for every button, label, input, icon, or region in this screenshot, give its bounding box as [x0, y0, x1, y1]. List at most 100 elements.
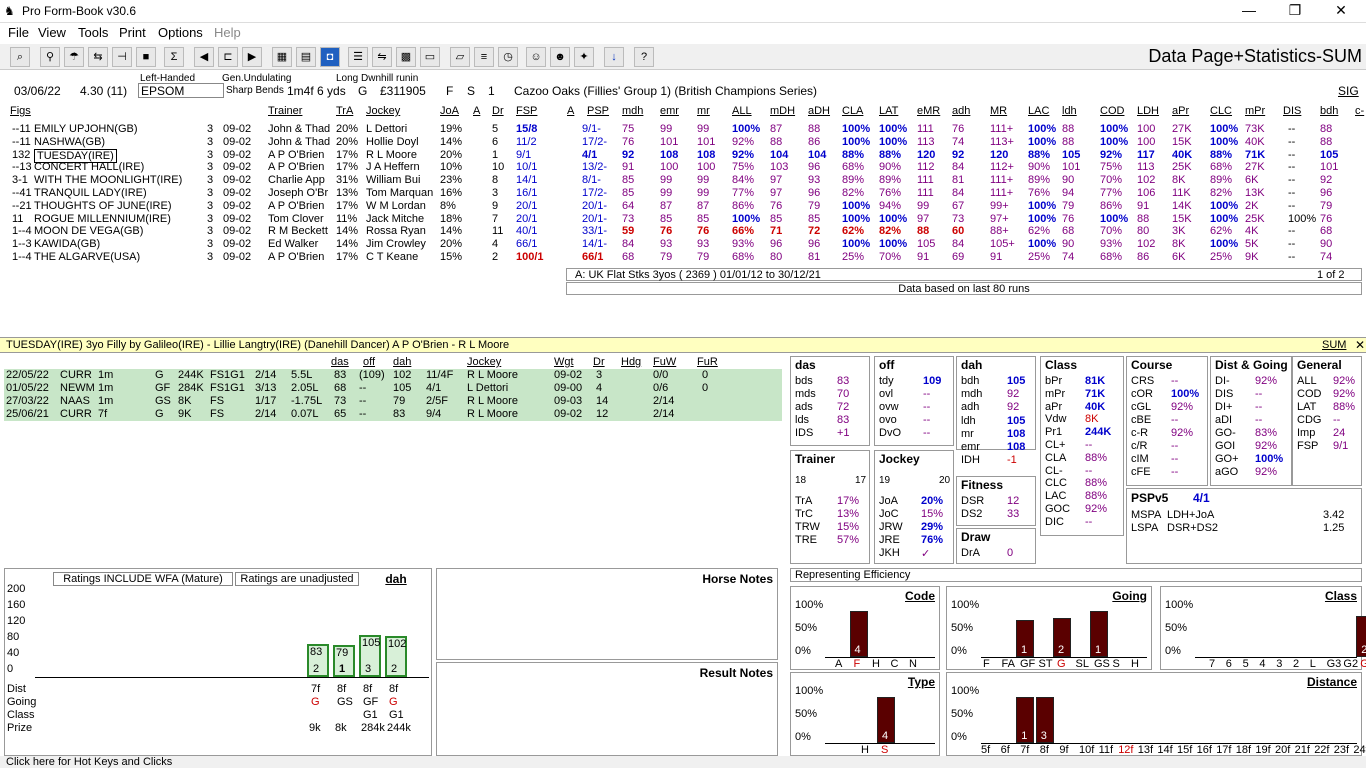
col-header-3[interactable]: Jockey [366, 105, 400, 117]
col-header-4[interactable]: JoA [440, 105, 459, 117]
runner-row[interactable]: --21THOUGHTS OF JUNE(IRE)309-02A P O'Bri… [0, 200, 1366, 213]
col-header-27[interactable]: mPr [1245, 105, 1265, 117]
clock-icon[interactable]: ◷ [498, 47, 518, 67]
col-header-1[interactable]: Trainer [268, 105, 302, 117]
runner-row[interactable]: --11EMILY UPJOHN(GB)309-02John & Thad20%… [0, 123, 1366, 136]
col-header-6[interactable]: Dr [492, 105, 504, 117]
runner-cell[interactable]: ROGUE MILLENNIUM(IRE) [34, 213, 171, 225]
col-header-12[interactable]: mr [697, 105, 710, 117]
col-header-22[interactable]: ldh [1062, 105, 1077, 117]
stop-icon[interactable]: ■ [136, 47, 156, 67]
col-header-19[interactable]: adh [952, 105, 970, 117]
runner-row[interactable]: --41TRANQUIL LADY(IRE)309-02Joseph O'Br1… [0, 187, 1366, 200]
col-header-30[interactable]: c- [1355, 105, 1364, 117]
runner-row[interactable]: 132TUESDAY(IRE)309-02A P O'Brien17%R L M… [0, 149, 1366, 162]
pin-icon[interactable]: ⊣ [112, 47, 132, 67]
rating-bar[interactable]: 832 [307, 644, 329, 677]
next-icon[interactable]: ▶ [242, 47, 262, 67]
minimize-button[interactable]: — [1226, 2, 1272, 18]
rating-bar[interactable]: 1053 [359, 635, 381, 677]
menu-print[interactable]: Print [119, 25, 146, 40]
close-horse-icon[interactable]: ✕ [1355, 338, 1365, 352]
eff-bar[interactable]: 1 [1090, 611, 1108, 657]
col-header-20[interactable]: MR [990, 105, 1007, 117]
col-header-5[interactable]: A [473, 105, 480, 117]
col-header-24[interactable]: LDH [1137, 105, 1159, 117]
eff-bar[interactable]: 3 [1036, 697, 1054, 743]
col-header-18[interactable]: eMR [917, 105, 940, 117]
status-bar[interactable]: Click here for Hot Keys and Clicks [0, 756, 1366, 768]
col-header-29[interactable]: bdh [1320, 105, 1338, 117]
col-header-15[interactable]: aDH [808, 105, 830, 117]
runner-row[interactable]: 1--4MOON DE VEGA(GB)309-02R M Beckett14%… [0, 225, 1366, 238]
rating-bar[interactable]: 791 [333, 645, 355, 677]
runner-row[interactable]: 3-1WITH THE MOONLIGHT(IRE)309-02Charlie … [0, 174, 1366, 187]
folder-open-icon[interactable]: ⊏ [218, 47, 238, 67]
menu-view[interactable]: View [38, 25, 66, 40]
compare-icon[interactable]: ⇋ [372, 47, 392, 67]
rating-bar[interactable]: 1022 [385, 636, 407, 677]
runner-cell[interactable]: WITH THE MOONLIGHT(IRE) [34, 174, 182, 186]
binoculars-icon[interactable]: ⌕ [10, 47, 30, 67]
form-row[interactable]: 01/05/22NEWM1mGF284KFS1G13/132.05L68--10… [4, 382, 782, 395]
col-header-17[interactable]: LAT [879, 105, 898, 117]
menu-file[interactable]: File [8, 25, 29, 40]
runner-row[interactable]: 11ROGUE MILLENNIUM(IRE)309-02Tom Clover1… [0, 213, 1366, 226]
grid-icon[interactable]: ▦ [272, 47, 292, 67]
runner-cell[interactable]: KAWIDA(GB) [34, 238, 100, 250]
col-header-13[interactable]: ALL [732, 105, 752, 117]
col-header-9[interactable]: PSP [587, 105, 609, 117]
col-header-7[interactable]: FSP [516, 105, 537, 117]
down-arrow-icon[interactable]: ↓ [604, 47, 624, 67]
runner-row[interactable]: --11NASHWA(GB)309-02John & Thad20%Hollie… [0, 136, 1366, 149]
col-header-16[interactable]: CLA [842, 105, 863, 117]
col-header-14[interactable]: mDH [770, 105, 795, 117]
col-header-8[interactable]: A [567, 105, 574, 117]
col-header-0[interactable]: Figs [10, 105, 31, 117]
sum-button[interactable]: SUM [1322, 339, 1346, 351]
eff-bar[interactable]: 4 [877, 697, 895, 743]
runner-cell[interactable]: CONCERT HALL(IRE) [34, 161, 144, 173]
form-row[interactable]: 27/03/22NAAS1mGS8KFS1/17-1.75L73--792/5F… [4, 395, 782, 408]
grid2-icon[interactable]: ▩ [396, 47, 416, 67]
folder-icon[interactable]: ▱ [450, 47, 470, 67]
menu-options[interactable]: Options [158, 25, 203, 40]
help-icon[interactable]: ? [634, 47, 654, 67]
eff-bar[interactable]: 1 [1016, 697, 1034, 743]
col-header-11[interactable]: emr [660, 105, 679, 117]
runner-cell[interactable]: NASHWA(GB) [34, 136, 105, 148]
col-header-21[interactable]: LAC [1028, 105, 1049, 117]
runner-cell[interactable]: THOUGHTS OF JUNE(IRE) [34, 200, 172, 212]
form-row[interactable]: 25/06/21CURR7fG9KFS2/140.07L65--839/4R L… [4, 408, 782, 421]
form-row[interactable]: 22/05/22CURR1mG244KFS1G12/145.5L83(109)1… [4, 369, 782, 382]
eff-bar[interactable]: 2 [1053, 618, 1071, 657]
col-header-10[interactable]: mdh [622, 105, 643, 117]
runner-cell[interactable]: THE ALGARVE(USA) [34, 251, 140, 263]
notes-icon[interactable]: ▭ [420, 47, 440, 67]
umbrella-icon[interactable]: ☂ [64, 47, 84, 67]
search-icon[interactable]: ⚲ [40, 47, 60, 67]
col-header-28[interactable]: DIS [1283, 105, 1301, 117]
people-icon[interactable]: ☻ [550, 47, 570, 67]
stats-icon[interactable]: ◘ [320, 47, 340, 67]
col-header-26[interactable]: CLC [1210, 105, 1232, 117]
checklist-icon[interactable]: ≡ [474, 47, 494, 67]
runner-cell[interactable]: TRANQUIL LADY(IRE) [34, 187, 147, 199]
prev-icon[interactable]: ◀ [194, 47, 214, 67]
race-course[interactable]: EPSOM [138, 83, 224, 98]
eff-bar[interactable]: 1 [1016, 620, 1034, 657]
col-header-2[interactable]: TrA [336, 105, 353, 117]
runner-row[interactable]: 1--4THE ALGARVE(USA)309-02A P O'Brien17%… [0, 251, 1366, 264]
runner-row[interactable]: --13CONCERT HALL(IRE)309-02A P O'Brien17… [0, 161, 1366, 174]
menu-help[interactable]: Help [214, 25, 241, 40]
runner-cell[interactable]: EMILY UPJOHN(GB) [34, 123, 138, 135]
person-icon[interactable]: ☺ [526, 47, 546, 67]
list-icon[interactable]: ☰ [348, 47, 368, 67]
split-icon[interactable]: ⇆ [88, 47, 108, 67]
runner-row[interactable]: 1--3KAWIDA(GB)309-02Ed Walker14%Jim Crow… [0, 238, 1366, 251]
close-button[interactable]: ✕ [1318, 2, 1364, 19]
menu-tools[interactable]: Tools [78, 25, 108, 40]
lightbulb-icon[interactable]: ✦ [574, 47, 594, 67]
table-icon[interactable]: ▤ [296, 47, 316, 67]
col-header-23[interactable]: COD [1100, 105, 1124, 117]
